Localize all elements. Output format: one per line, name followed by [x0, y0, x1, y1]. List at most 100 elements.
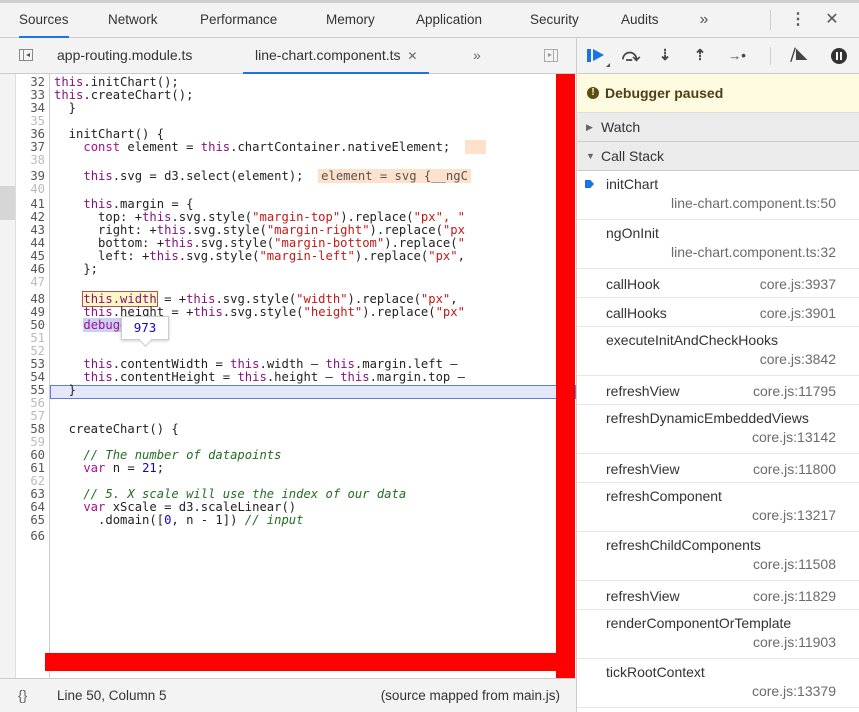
inline-value — [464, 140, 486, 154]
step-out-icon[interactable]: ⇡ — [688, 38, 712, 74]
toolbar-divider — [770, 47, 771, 65]
file-tab-label: line-chart.component.ts — [255, 47, 401, 63]
line-number[interactable]: 40 — [16, 183, 45, 196]
frame-location[interactable]: core.js:13217 — [752, 507, 836, 523]
frame-location[interactable]: core.js:3842 — [760, 351, 836, 367]
more-tabs-icon[interactable]: » — [694, 3, 714, 37]
frame-location[interactable]: core.js:3901 — [760, 305, 836, 321]
line-number[interactable]: 47 — [16, 276, 45, 289]
frame-location[interactable]: core.js:11800 — [753, 461, 836, 477]
frame-function-name: refreshComponent — [606, 488, 722, 504]
frame-function-name: callHook — [606, 276, 660, 292]
pretty-print-icon[interactable]: {} — [18, 687, 27, 703]
code-line-45: left: +this.svg.style("margin-left").rep… — [54, 249, 465, 263]
call-stack-frame[interactable]: refreshDynamicEmbeddedViews core.js:13142 — [577, 405, 859, 454]
frame-function-name: executeInitAndCheckHooks — [606, 332, 778, 348]
inline-value: element = svg {__ngC — [318, 169, 471, 183]
frame-location[interactable]: core.js:11795 — [753, 383, 836, 399]
code-line-34: } — [54, 101, 77, 115]
call-stack-frame[interactable]: callHook core.js:3937 — [577, 269, 859, 298]
toggle-debugger-icon[interactable] — [544, 49, 558, 62]
frame-location[interactable]: line-chart.component.ts:50 — [671, 195, 836, 211]
annotation-bar-horizontal — [45, 653, 575, 671]
call-stack-frame[interactable]: refreshChildComponents core.js:11508 — [577, 532, 859, 581]
tab-audits[interactable]: Audits — [621, 3, 659, 37]
watch-section-header[interactable]: ▶ Watch — [577, 113, 859, 142]
source-map-info[interactable]: (source mapped from main.js) — [381, 688, 560, 703]
frame-location[interactable]: core.js:3937 — [760, 276, 836, 292]
more-files-icon[interactable]: » — [473, 38, 481, 73]
info-icon: ! — [587, 87, 599, 99]
call-stack-frame[interactable]: callHooks core.js:3901 — [577, 298, 859, 327]
paused-message: Debugger paused — [605, 85, 724, 101]
debugger-toolbar: ⤼ ⇣ ⇡ →• ⧸◣ — [577, 38, 859, 74]
step-into-icon[interactable]: ⇣ — [653, 38, 677, 74]
code-line-37: const element = this.chartContainer.nati… — [54, 140, 486, 154]
code-line-39: this.svg = d3.select(element); element =… — [54, 169, 471, 183]
tab-network[interactable]: Network — [108, 3, 158, 37]
hovered-expression[interactable]: this.width — [82, 291, 158, 307]
frame-location[interactable]: core.js:11903 — [753, 634, 836, 650]
devtools-panel-tabs: Sources Network Performance Memory Appli… — [0, 0, 859, 38]
step-over-icon[interactable]: ⤼ — [617, 38, 645, 74]
tab-memory[interactable]: Memory — [326, 3, 375, 37]
frame-function-name: refreshView — [606, 461, 680, 477]
file-tab-app-routing[interactable]: app-routing.module.ts — [57, 38, 192, 73]
code-line-54: this.contentHeight = this.height – this.… — [83, 370, 473, 384]
line-number[interactable]: 38 — [16, 154, 45, 167]
call-stack-frame[interactable]: tickRootContext core.js:13379 — [577, 659, 859, 708]
call-stack-frame[interactable]: initChart line-chart.component.ts:50 — [577, 171, 859, 220]
step-icon[interactable]: →• — [723, 38, 751, 74]
code-line-58: createChart() { — [54, 422, 179, 436]
deactivate-breakpoints-icon[interactable]: ⧸◣ — [785, 38, 813, 74]
editor-tabs-bar: app-routing.module.ts line-chart.compone… — [0, 38, 576, 74]
frame-function-name: tickRootContext — [606, 664, 705, 680]
tab-performance[interactable]: Performance — [200, 3, 277, 37]
code-line-46: }; — [54, 262, 99, 276]
frame-location[interactable]: core.js:11508 — [753, 556, 836, 572]
cursor-position: Line 50, Column 5 — [57, 688, 167, 703]
toolbar-divider — [770, 10, 771, 30]
frame-function-name: renderComponentOrTemplate — [606, 615, 792, 631]
code-line-55: } — [54, 383, 77, 397]
code-line-65: .domain([0, n - 1]) // input — [54, 513, 304, 527]
call-stack-frame[interactable]: renderComponentOrTemplate core.js:11903 — [577, 610, 859, 659]
close-tab-icon[interactable]: ✕ — [407, 49, 417, 63]
tab-security[interactable]: Security — [530, 3, 579, 37]
value-tooltip: 973 — [121, 316, 169, 340]
debugger-sidebar: ⤼ ⇣ ⇡ →• ⧸◣ ! Debugger paused ▶ Watch ▼ … — [576, 38, 859, 712]
frame-location[interactable]: core.js:13142 — [752, 429, 836, 445]
code-content: this.initChart(); this.createChart(); } … — [54, 74, 576, 678]
frame-location[interactable]: core.js:13379 — [752, 683, 836, 699]
frame-function-name: ngOnInit — [606, 225, 659, 241]
toggle-navigator-icon[interactable] — [19, 49, 33, 61]
navigator-collapsed-strip — [0, 74, 16, 678]
line-number[interactable]: 65 — [16, 514, 45, 527]
frame-function-name: refreshDynamicEmbeddedViews — [606, 410, 809, 426]
frame-function-name: refreshView — [606, 383, 680, 399]
line-number[interactable]: 66 — [16, 530, 45, 543]
debugger-paused-banner: ! Debugger paused — [577, 74, 859, 113]
close-devtools-icon[interactable]: ✕ — [822, 3, 842, 37]
call-stack-frame[interactable]: refreshView core.js:11829 — [577, 581, 859, 610]
editor-status-bar: {} Line 50, Column 5 (source mapped from… — [0, 678, 576, 712]
code-editor[interactable]: 32 33 34 35 36 37 38 39 40 41 42 43 44 45 46 47 48 49 50 51… — [16, 74, 576, 678]
pause-on-exceptions-icon[interactable] — [831, 48, 847, 64]
line-number-gutter[interactable]: 32 33 34 35 36 37 38 39 40 41 42 43 44 45 46 47 48 49 50 51… — [16, 74, 50, 678]
tab-application[interactable]: Application — [416, 3, 482, 37]
more-options-icon[interactable]: ⋮ — [788, 3, 808, 37]
frame-location[interactable]: core.js:11829 — [753, 588, 836, 604]
collapse-arrow-icon: ▼ — [586, 151, 595, 161]
call-stack-frame[interactable]: executeInitAndCheckHooks core.js:3842 — [577, 327, 859, 376]
call-stack-frame[interactable]: ngOnInit line-chart.component.ts:32 — [577, 220, 859, 269]
code-line-61: var n = 21; — [54, 461, 165, 475]
frame-location[interactable]: line-chart.component.ts:32 — [671, 244, 836, 260]
frame-function-name: refreshView — [606, 588, 680, 604]
resume-icon[interactable] — [577, 38, 613, 74]
call-stack-frame[interactable]: refreshView core.js:11795 — [577, 376, 859, 405]
call-stack-frame[interactable]: refreshView core.js:11800 — [577, 454, 859, 483]
tab-sources[interactable]: Sources — [19, 3, 69, 38]
call-stack-frame[interactable]: refreshComponent core.js:13217 — [577, 483, 859, 532]
call-stack-section-header[interactable]: ▼ Call Stack — [577, 142, 859, 171]
file-tab-line-chart[interactable]: line-chart.component.ts ✕ — [243, 38, 430, 74]
